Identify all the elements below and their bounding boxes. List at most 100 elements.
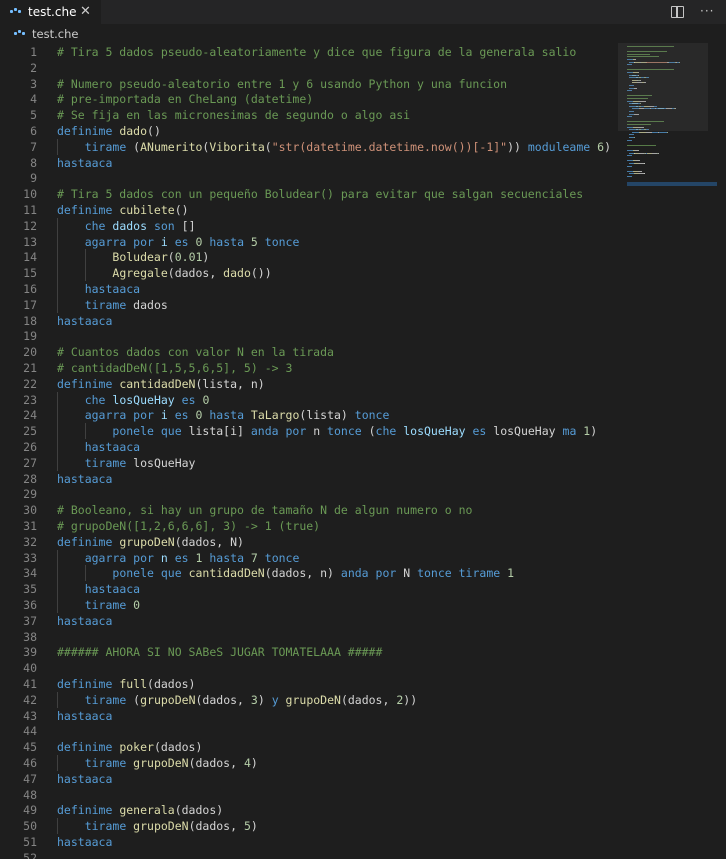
code-token: i (160, 234, 175, 249)
close-icon[interactable]: ✕ (80, 4, 91, 19)
code-line[interactable]: 31 # grupoDeN([1,2,6,6,6], 3) -> 1 (true) (0, 518, 618, 534)
line-number: 2 (30, 60, 37, 75)
code-line[interactable]: 35 hastaaca (0, 581, 618, 597)
code-token: (lista) (299, 408, 355, 423)
code-line[interactable]: 7 tirame (ANumerito(Viborita("str(dateti… (0, 139, 618, 155)
tab-test-che[interactable]: test.che ✕ (0, 0, 101, 24)
code-line[interactable]: 39 ###### AHORA SI NO SABeS JUGAR TOMATEL… (0, 644, 618, 660)
code-line[interactable]: 37 hastaaca (0, 613, 618, 629)
indent-guide (57, 549, 58, 613)
breadcrumb-file[interactable]: test.che (32, 27, 78, 41)
code-line[interactable]: 23 che losQueHay es 0 (0, 392, 618, 408)
code-line[interactable]: 50 tirame grupoDeN(dados, 5) (0, 818, 618, 834)
code-token: cantidadDeN (119, 376, 196, 391)
code-token: tonce (354, 408, 390, 423)
code-line[interactable]: 32 definime grupoDeN(dados, N) (0, 534, 618, 550)
code-line[interactable]: 15 Agregale(dados, dado()) (0, 265, 618, 281)
minimap[interactable] (618, 43, 726, 859)
code-line[interactable]: 20 # Cuantos dados con valor N en la tira… (0, 344, 618, 360)
code-line[interactable]: 8 hastaaca (0, 155, 618, 171)
code-token: dados (133, 297, 168, 312)
indent-guide (57, 818, 58, 834)
code-line[interactable]: 47 hastaaca (0, 771, 618, 787)
indent-guide (84, 249, 86, 281)
line-code: Boludear(0.01) (57, 249, 209, 265)
code-line[interactable]: 43 hastaaca (0, 708, 618, 724)
line-number: 39 (23, 645, 37, 660)
code-token: definime (57, 534, 120, 549)
code-line[interactable]: 6 definime dado() (0, 123, 618, 139)
code-line[interactable]: 38 (0, 629, 618, 645)
code-line[interactable]: 10 # Tira 5 dados con un pequeño Boludear… (0, 186, 618, 202)
code-line[interactable]: 46 tirame grupoDeN(dados, 4) (0, 755, 618, 771)
code-line[interactable]: 34 ponele que cantidadDeN(dados, n) anda… (0, 565, 618, 581)
code-token: N (403, 566, 418, 581)
code-line[interactable]: 12 che dados son [] (0, 218, 618, 234)
code-line[interactable]: 11 definime cubilete() (0, 202, 618, 218)
code-line[interactable]: 25 ponele que lista[i] anda por n tonce … (0, 423, 618, 439)
code-editor[interactable]: 1 # Tira 5 dados pseudo-aleatoriamente y … (0, 43, 618, 859)
minimap-token (627, 165, 632, 167)
code-line[interactable]: 27 tirame losQueHay (0, 455, 618, 471)
code-token: n (313, 424, 328, 439)
code-line[interactable]: 29 (0, 486, 618, 502)
code-token: tonce (327, 424, 369, 439)
code-line[interactable]: 40 (0, 660, 618, 676)
code-token: tirame (84, 756, 134, 770)
code-line[interactable]: 51 hastaaca (0, 834, 618, 850)
line-code: tirame losQueHay (57, 455, 196, 471)
code-line[interactable]: 44 (0, 723, 618, 739)
code-token: hastaaca (57, 155, 113, 170)
code-line[interactable]: 41 definime full(dados) (0, 676, 618, 692)
code-line[interactable]: 13 agarra por i es 0 hasta 5 tonce (0, 234, 618, 250)
code-token: ) (590, 424, 598, 439)
code-line[interactable]: 9 (0, 170, 618, 186)
code-line[interactable]: 17 tirame dados (0, 297, 618, 313)
code-line[interactable]: 36 tirame 0 (0, 597, 618, 613)
code-line[interactable]: 2 (0, 60, 618, 76)
code-line[interactable]: 19 (0, 328, 618, 344)
line-number: 6 (30, 124, 37, 138)
code-line[interactable]: 49 definime generala(dados) (0, 802, 618, 818)
split-editor-icon[interactable] (671, 6, 684, 18)
line-number: 42 (23, 692, 37, 707)
code-line[interactable]: 30 # Booleano, si hay un grupo de tamaño … (0, 502, 618, 518)
code-token: definime (57, 203, 120, 217)
code-line[interactable]: 14 Boludear(0.01) (0, 249, 618, 265)
code-token: generala (119, 803, 175, 818)
minimap-slider[interactable] (618, 43, 708, 131)
code-line[interactable]: 33 agarra por n es 1 hasta 7 tonce (0, 550, 618, 566)
code-line[interactable]: 24 agarra por i es 0 hasta TaLargo(lista… (0, 407, 618, 423)
line-number: 25 (23, 424, 37, 439)
code-line[interactable]: 26 hastaaca (0, 439, 618, 455)
code-line[interactable]: 45 definime poker(dados) (0, 739, 618, 755)
code-token: anda por (340, 566, 404, 581)
code-line[interactable]: 18 hastaaca (0, 313, 618, 329)
code-line[interactable]: 28 hastaaca (0, 471, 618, 487)
line-number: 47 (23, 771, 37, 786)
code-line[interactable]: 22 definime cantidadDeN(lista, n) (0, 376, 618, 392)
line-number: 15 (23, 266, 37, 281)
code-token: ()) (250, 266, 272, 281)
line-number: 8 (30, 155, 37, 170)
code-token: tonce (264, 550, 300, 565)
code-line[interactable]: 48 (0, 787, 618, 803)
line-number: 45 (23, 740, 37, 755)
line-number: 3 (30, 76, 37, 91)
code-line[interactable]: 4 # pre-importada en CheLang (datetime) (0, 91, 618, 107)
vertical-scrollbar[interactable] (712, 43, 726, 859)
line-number: 30 (23, 503, 37, 518)
code-line[interactable]: 1 # Tira 5 dados pseudo-aleatoriamente y … (0, 44, 618, 60)
code-token: n (160, 550, 175, 565)
code-line[interactable]: 52 (0, 850, 618, 859)
code-line[interactable]: 21 # cantidadDeN([1,5,5,6,5], 5) -> 3 (0, 360, 618, 376)
line-code: # cantidadDeN([1,5,5,6,5], 5) -> 3 (57, 360, 292, 376)
code-line[interactable]: 16 hastaaca (0, 281, 618, 297)
code-line[interactable]: 5 # Se fija en las micronesimas de segund… (0, 107, 618, 123)
more-actions-icon[interactable]: ··· (700, 4, 716, 20)
code-line[interactable]: 3 # Numero pseudo-aleatorio entre 1 y 6 u… (0, 76, 618, 92)
code-line[interactable]: 42 tirame (grupoDeN(dados, 3) y grupoDeN… (0, 692, 618, 708)
